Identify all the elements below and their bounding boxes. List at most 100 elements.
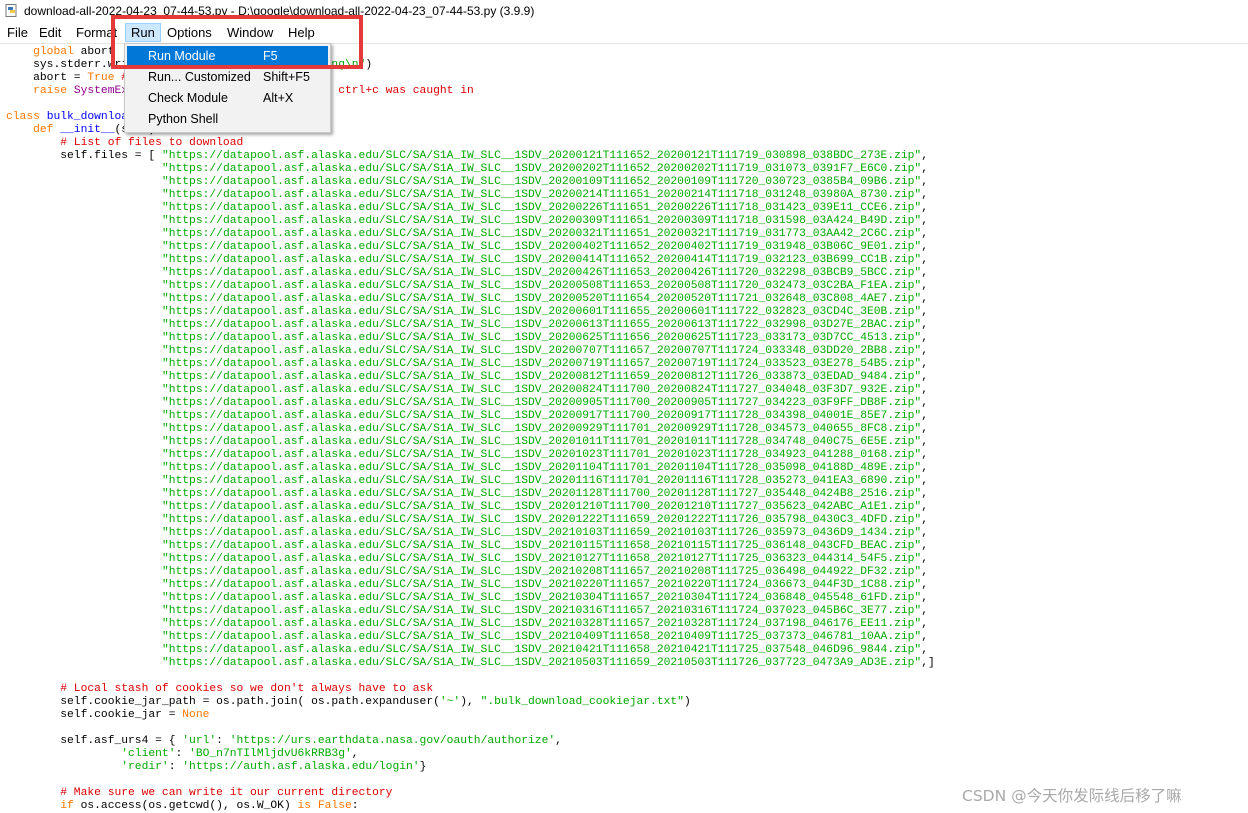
code-token: , — [921, 618, 928, 630]
code-token: , — [921, 501, 928, 513]
code-token: , — [921, 241, 928, 253]
code-token: , — [921, 163, 928, 175]
code-token: "https://datapool.asf.alaska.edu/SLC/SA/… — [161, 397, 922, 409]
code-token: "https://datapool.asf.alaska.edu/SLC/SA/… — [161, 657, 922, 669]
code-token: False — [317, 800, 352, 812]
code-token: "https://datapool.asf.alaska.edu/SLC/SA/… — [161, 384, 922, 396]
python-file-icon — [5, 4, 17, 17]
code-line: "https://datapool.asf.alaska.edu/SLC/SA/… — [6, 228, 928, 241]
code-line: "https://datapool.asf.alaska.edu/SLC/SA/… — [6, 189, 928, 202]
menu-item-run-module[interactable]: Run Module F5 — [127, 46, 328, 66]
code-token: self.files = [ — [6, 150, 162, 162]
menu-item-label: Run... Customized — [148, 70, 251, 84]
code-token: "https://datapool.asf.alaska.edu/SLC/SA/… — [161, 618, 922, 630]
menu-edit[interactable]: Edit — [34, 24, 66, 41]
code-token: global — [6, 46, 81, 58]
code-token: "https://datapool.asf.alaska.edu/SLC/SA/… — [161, 631, 922, 643]
menu-file[interactable]: File — [2, 24, 33, 41]
code-token: , — [921, 228, 928, 240]
code-token: , — [921, 436, 928, 448]
menu-format[interactable]: Format — [71, 24, 122, 41]
menu-help[interactable]: Help — [283, 24, 320, 41]
code-token: , — [921, 475, 928, 487]
menu-window[interactable]: Window — [222, 24, 278, 41]
code-line: "https://datapool.asf.alaska.edu/SLC/SA/… — [6, 410, 928, 423]
code-line: "https://datapool.asf.alaska.edu/SLC/SA/… — [6, 657, 935, 670]
code-line: "https://datapool.asf.alaska.edu/SLC/SA/… — [6, 423, 928, 436]
code-token: , — [921, 384, 928, 396]
code-token: "https://datapool.asf.alaska.edu/SLC/SA/… — [161, 254, 922, 266]
code-token: "https://datapool.asf.alaska.edu/SLC/SA/… — [161, 462, 922, 474]
code-token: is — [297, 800, 318, 812]
code-line: "https://datapool.asf.alaska.edu/SLC/SA/… — [6, 579, 928, 592]
menu-run[interactable]: Run — [125, 23, 161, 42]
code-token: abort — [80, 46, 115, 58]
code-token: "https://datapool.asf.alaska.edu/SLC/SA/… — [161, 410, 922, 422]
code-token: , — [921, 397, 928, 409]
code-line: "https://datapool.asf.alaska.edu/SLC/SA/… — [6, 280, 928, 293]
code-token: ) — [365, 59, 373, 71]
code-line: # List of files to download — [6, 137, 243, 150]
code-line: 'redir': 'https://auth.asf.alaska.edu/lo… — [6, 761, 426, 774]
code-token: if — [60, 800, 81, 812]
code-line: "https://datapool.asf.alaska.edu/SLC/SA/… — [6, 293, 928, 306]
code-token: , — [921, 189, 928, 201]
code-token: "https://datapool.asf.alaska.edu/SLC/SA/… — [161, 475, 922, 487]
code-editor[interactable]: global abort sys.stderr.write("\n\nCtrl-… — [0, 44, 1248, 813]
code-token: "https://datapool.asf.alaska.edu/SLC/SA/… — [161, 267, 922, 279]
code-line: "https://datapool.asf.alaska.edu/SLC/SA/… — [6, 449, 928, 462]
code-token: ".bulk_download_cookiejar.txt" — [480, 696, 684, 708]
code-line: "https://datapool.asf.alaska.edu/SLC/SA/… — [6, 358, 928, 371]
code-token: __init__ — [60, 124, 115, 136]
menu-item-check-module[interactable]: Check Module Alt+X — [127, 88, 328, 108]
code-token: 'url' — [182, 735, 217, 747]
menu-item-python-shell[interactable]: Python Shell — [127, 109, 328, 129]
code-token: , — [921, 306, 928, 318]
code-token: , — [351, 748, 359, 760]
menu-item-label: Run Module — [148, 49, 216, 63]
menu-item-shortcut: Shift+F5 — [263, 70, 310, 84]
code-token: , — [921, 215, 928, 227]
code-token: , — [921, 293, 928, 305]
code-token: True — [87, 72, 115, 84]
menu-item-shortcut: Alt+X — [263, 91, 294, 105]
menu-item-run-customized[interactable]: Run... Customized Shift+F5 — [127, 67, 328, 87]
code-token: : — [175, 748, 190, 760]
code-line: "https://datapool.asf.alaska.edu/SLC/SA/… — [6, 163, 928, 176]
code-token: "https://datapool.asf.alaska.edu/SLC/SA/… — [161, 241, 922, 253]
code-line: "https://datapool.asf.alaska.edu/SLC/SA/… — [6, 527, 928, 540]
code-token: "https://datapool.asf.alaska.edu/SLC/SA/… — [161, 280, 922, 292]
code-token: , — [921, 202, 928, 214]
code-line: "https://datapool.asf.alaska.edu/SLC/SA/… — [6, 397, 928, 410]
menu-options[interactable]: Options — [162, 24, 217, 41]
code-token: , — [921, 254, 928, 266]
code-token: "https://datapool.asf.alaska.edu/SLC/SA/… — [161, 592, 922, 604]
code-token: , — [921, 540, 928, 552]
code-token: "https://datapool.asf.alaska.edu/SLC/SA/… — [161, 436, 922, 448]
code-token: "https://datapool.asf.alaska.edu/SLC/SA/… — [161, 501, 922, 513]
code-token: , — [921, 358, 928, 370]
code-token: , — [921, 462, 928, 474]
code-token: "https://datapool.asf.alaska.edu/SLC/SA/… — [161, 579, 922, 591]
code-line: "https://datapool.asf.alaska.edu/SLC/SA/… — [6, 436, 928, 449]
code-token: , — [921, 280, 928, 292]
code-token: , — [555, 735, 562, 747]
code-line: "https://datapool.asf.alaska.edu/SLC/SA/… — [6, 202, 928, 215]
code-token: , — [921, 488, 928, 500]
